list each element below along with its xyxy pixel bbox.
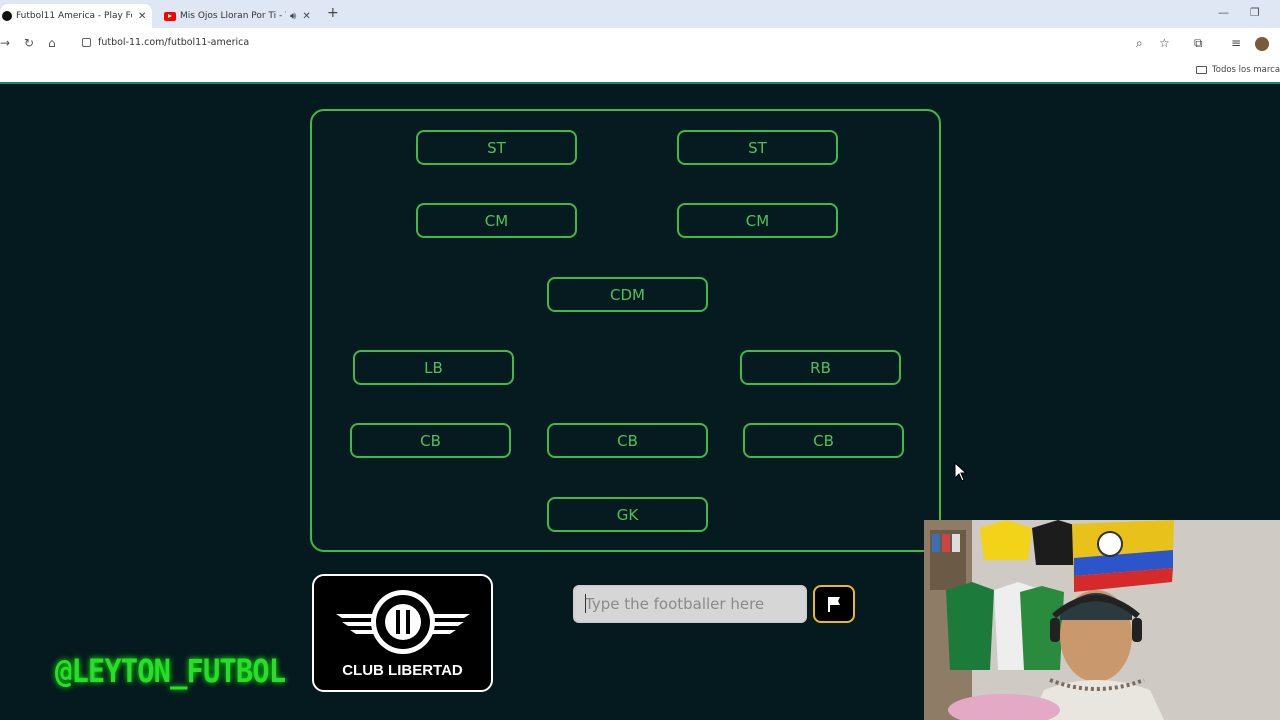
streamer-handle: @LEYTON_FUTBOL [55,652,286,690]
club-libertad-logo-icon [336,590,470,654]
media-control-icon[interactable]: ≡ [1231,36,1241,50]
formation-pitch [310,109,941,552]
position-st-left[interactable]: ST [416,130,577,165]
tab-youtube[interactable]: Mis Ojos Lloran Por Ti - You 🔊︎ ✕ [156,4,316,28]
forward-icon[interactable]: → [0,36,10,50]
browser-tab-strip: Futbol11 America - Play Footba ✕ Mis Ojo… [0,0,1280,28]
all-bookmarks-label: Todos los marcad [1212,65,1280,75]
tab-title: Mis Ojos Lloran Por Ti - You [180,11,286,21]
tab-title: Futbol11 America - Play Footba [16,11,132,21]
bookmark-star-icon[interactable]: ☆ [1159,36,1170,50]
position-cb-left[interactable]: CB [350,423,511,458]
site-info-icon[interactable] [82,38,91,47]
flag-icon [828,597,840,612]
footballer-search-input[interactable] [573,585,807,623]
restore-icon[interactable]: ❐ [1250,6,1260,19]
tab-futbol11[interactable]: Futbol11 America - Play Footba ✕ [0,4,152,28]
minimize-icon[interactable]: — [1218,6,1229,19]
position-gk[interactable]: GK [547,497,708,532]
position-cb-right[interactable]: CB [743,423,904,458]
speaker-icon[interactable]: 🔊︎ [290,11,296,22]
extensions-icon[interactable]: ⧉ [1194,36,1203,51]
webcam-video-image [924,520,1280,720]
new-tab-icon[interactable]: + [327,5,339,21]
home-icon[interactable]: ⌂ [48,36,56,50]
profile-avatar[interactable] [1255,37,1269,51]
folder-icon [1196,66,1207,74]
position-rb[interactable]: RB [740,350,901,385]
text-caret [585,594,586,613]
mouse-cursor-icon [954,462,968,482]
browser-toolbar: → ↻ ⌂ futbol-11.com/futbol11-america ⌕ ☆… [0,28,1280,60]
position-st-right[interactable]: ST [677,130,838,165]
all-bookmarks-button[interactable]: Todos los marcad [1196,65,1280,75]
bookmarks-bar: Todos los marcad [0,60,1280,84]
give-up-flag-button[interactable] [813,585,855,623]
position-cdm[interactable]: CDM [547,277,708,312]
close-tab-icon[interactable]: ✕ [302,11,310,22]
youtube-icon [164,11,176,21]
position-cb-center[interactable]: CB [547,423,708,458]
webcam-overlay [924,520,1280,720]
address-bar[interactable]: futbol-11.com/futbol11-america [82,37,249,48]
club-name: CLUB LIBERTAD [342,662,463,679]
position-cm-right[interactable]: CM [677,203,838,238]
futbol11-favicon-icon [2,11,12,21]
url-text: futbol-11.com/futbol11-america [98,37,250,48]
zoom-icon[interactable]: ⌕ [1136,36,1143,51]
reload-icon[interactable]: ↻ [24,36,34,50]
club-card: CLUB LIBERTAD [312,574,493,692]
close-tab-icon[interactable]: ✕ [138,11,146,22]
position-cm-left[interactable]: CM [416,203,577,238]
position-lb[interactable]: LB [353,350,514,385]
